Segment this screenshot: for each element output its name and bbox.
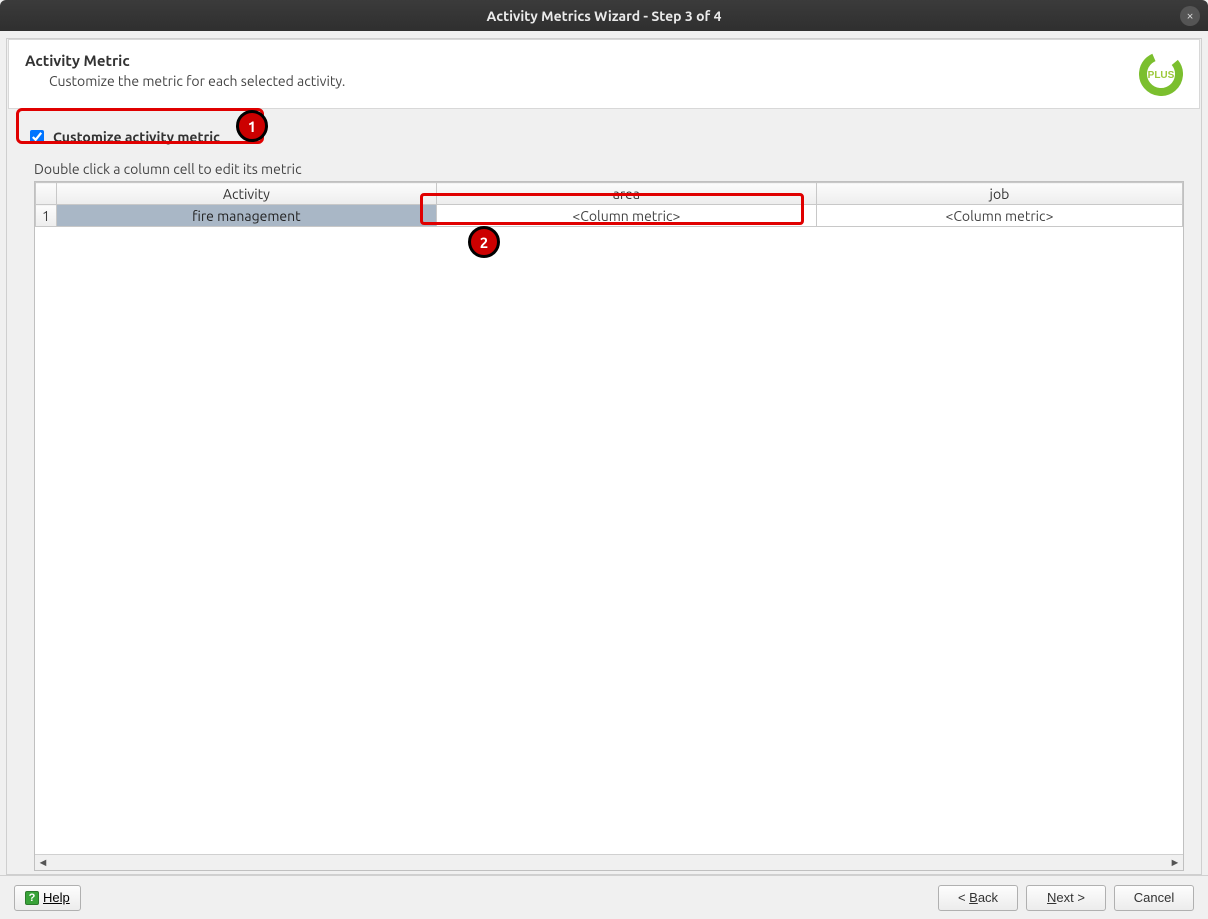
table-header-row: Activity area job [36, 183, 1183, 205]
header-panel: Activity Metric Customize the metric for… [8, 39, 1200, 109]
page-subtitle: Customize the metric for each selected a… [49, 73, 345, 89]
plus-logo-icon: PLUS [1139, 52, 1183, 96]
customize-metric-label: Customize activity metric [53, 129, 220, 145]
metrics-table-container: Activity area job 1 fire management <Col… [34, 181, 1184, 871]
customize-metric-checkbox[interactable] [30, 130, 44, 144]
wizard-footer: ? Help < Back Next > Cancel [0, 875, 1208, 919]
cell-area[interactable]: <Column metric> [436, 205, 816, 227]
body-panel: Customize activity metric Double click a… [8, 109, 1200, 871]
close-icon: × [1186, 9, 1193, 23]
col-area[interactable]: area [436, 183, 816, 205]
scroll-left-icon[interactable]: ◄ [35, 856, 51, 870]
wizard-nav-buttons: < Back Next > Cancel [938, 885, 1194, 911]
row-header-blank [36, 183, 57, 205]
row-number: 1 [36, 205, 57, 227]
col-activity[interactable]: Activity [56, 183, 436, 205]
instruction-text: Double click a column cell to edit its m… [34, 161, 1184, 177]
customize-metric-checkbox-row: Customize activity metric [24, 121, 1184, 153]
next-button[interactable]: Next > [1026, 885, 1106, 911]
svg-text:PLUS: PLUS [1148, 70, 1175, 81]
title-bar: Activity Metrics Wizard - Step 3 of 4 × [0, 0, 1208, 31]
window-title: Activity Metrics Wizard - Step 3 of 4 [487, 8, 722, 24]
cancel-button[interactable]: Cancel [1114, 885, 1194, 911]
scroll-right-icon[interactable]: ► [1167, 856, 1183, 870]
help-button[interactable]: ? Help [14, 885, 81, 911]
horizontal-scrollbar[interactable]: ◄ ► [35, 854, 1183, 870]
table-row[interactable]: 1 fire management <Column metric> <Colum… [36, 205, 1183, 227]
back-ul: B [969, 890, 978, 905]
col-job[interactable]: job [816, 183, 1182, 205]
cell-activity[interactable]: fire management [56, 205, 436, 227]
header-text: Activity Metric Customize the metric for… [25, 52, 345, 89]
metrics-table[interactable]: Activity area job 1 fire management <Col… [35, 182, 1183, 227]
close-button[interactable]: × [1180, 6, 1200, 26]
help-label: Help [43, 890, 70, 905]
cell-job[interactable]: <Column metric> [816, 205, 1182, 227]
page-title: Activity Metric [25, 52, 345, 69]
next-ul: N [1047, 890, 1056, 905]
back-button[interactable]: < Back [938, 885, 1018, 911]
help-icon: ? [25, 891, 39, 905]
